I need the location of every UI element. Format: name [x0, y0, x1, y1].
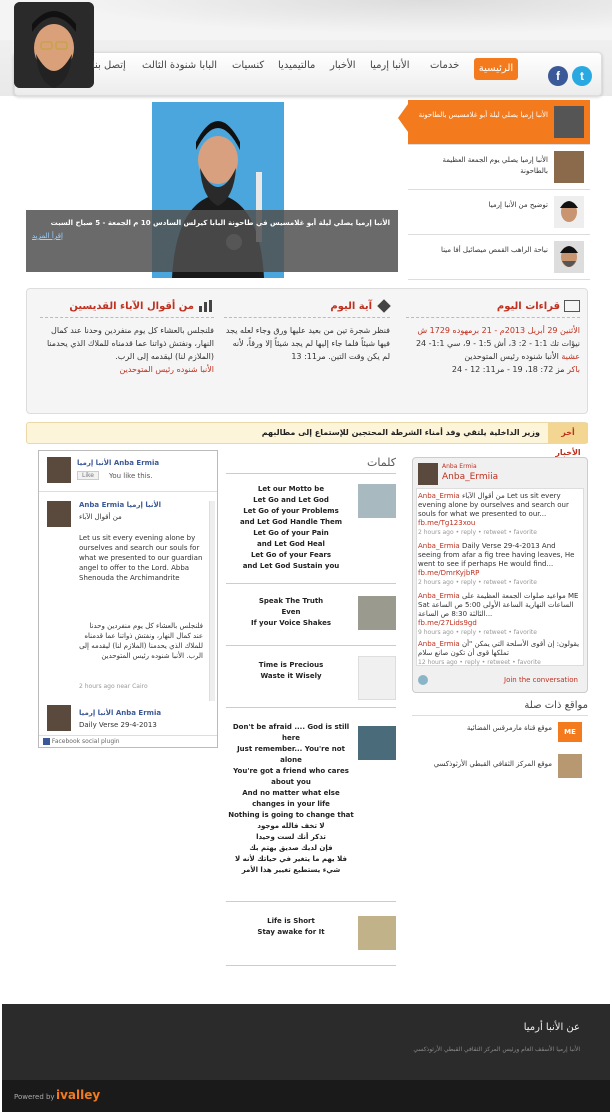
slider-thumb-4[interactable]: نياحة الراهب القمص ميصائيل أفا مينا — [408, 235, 590, 280]
twitter-handle[interactable]: Anba_Ermiia — [442, 472, 498, 482]
thumb-title: توضيح من الأنبا إرميا — [488, 201, 548, 209]
fb-post2-author[interactable]: الأنبا إرميا Anba Ermia — [79, 709, 161, 717]
read-more-link[interactable]: إقرأ المزيد — [32, 232, 63, 240]
readings-line2: عشية الأنبا شنوده رئيس المتوحدين — [464, 352, 580, 361]
words-header: كلمات — [226, 454, 396, 474]
saints-title: من أقوال الآباء القديسين — [40, 296, 214, 318]
slider-thumb-3[interactable]: توضيح من الأنبا إرميا — [408, 190, 590, 235]
post-avatar — [47, 501, 71, 527]
word-image — [358, 916, 396, 950]
verse-icon — [377, 299, 391, 313]
related-site-1[interactable]: موقع قناة مارمرقس الفضائية — [412, 724, 552, 732]
fb-post2-text: Daily Verse 29-4-2013 — [79, 721, 157, 729]
thumb-title: نياحة الراهب القمص ميصائيل أفا مينا — [440, 246, 548, 254]
verse-box: آية اليوم فنظر شجرة تين من بعيد عليها ور… — [224, 296, 391, 363]
nav-news[interactable]: الأخبار — [330, 60, 356, 71]
thumb-image — [554, 106, 584, 138]
ivalley-logo[interactable]: ivalley — [56, 1088, 100, 1102]
word-text: Life is Short Stay awake for It — [257, 917, 325, 936]
thumb-title: الأنبا إرميا يصلي يوم الجمعة العظيمة بال… — [442, 156, 548, 175]
facebook-icon — [43, 738, 50, 745]
saints-author: الأنبا شنوده رئيس المتوحدين — [119, 365, 215, 374]
page-avatar — [47, 457, 71, 483]
saints-quote: فلنجلس بالعشاء كل يوم منفردين وحدنا عند … — [46, 326, 214, 361]
readings-title: قراءات اليوم — [406, 296, 580, 318]
fb-like-status: You like this. — [109, 472, 153, 480]
saints-box: من أقوال الآباء القديسين فلنجلس بالعشاء … — [40, 296, 214, 376]
fb-post-subtitle: من أقوال الآباء — [79, 513, 122, 521]
verse-text: فنظر شجرة تين من بعيد عليها ورق وجاء لعل… — [225, 326, 390, 361]
tweet[interactable]: Anba_Ermia يقولون: إن أقوى الأسلحة التي … — [418, 640, 580, 667]
thumb-image — [554, 196, 584, 228]
fb-like-button[interactable]: Like — [77, 471, 99, 480]
word-item-4[interactable]: Don't be afraid .... God is still here J… — [226, 712, 396, 902]
ticker-headline[interactable]: وزير الداخلية يلتقي وفد أمناء الشرطة الم… — [120, 423, 540, 443]
slider-thumb-1[interactable]: الأنبا إرميا يصلي ليلة أبو غلامسيس بالطا… — [408, 100, 590, 145]
cultural-center-logo[interactable] — [558, 754, 582, 778]
fb-post-text-ar: فلنجلس بالعشاء كل يوم منفردين وحدنا عند … — [79, 622, 203, 660]
words-title: كلمات — [367, 456, 396, 469]
join-conversation-link[interactable]: Join the conversation — [504, 676, 578, 684]
twitter-name[interactable]: Anba Ermia — [442, 463, 477, 470]
tweet[interactable]: Anba_Ermia مواعيد صلوات الجمعة العظيمة ع… — [418, 592, 580, 637]
fb-post-time: 2 hours ago near Cairo — [79, 683, 148, 690]
twitter-bird-icon — [418, 675, 428, 685]
featured-caption-box: الأنبا إرميا يصلي ليلة أبو غلامسيس في طا… — [26, 210, 398, 272]
book-icon — [564, 300, 580, 312]
post-avatar — [47, 705, 71, 731]
powered-by-label: Powered by — [14, 1093, 55, 1101]
facebook-icon[interactable]: f — [548, 66, 568, 86]
tweet[interactable]: Anba_Ermia من أقوال الآباء Let us sit ev… — [418, 492, 580, 537]
word-image — [358, 484, 396, 518]
fb-post-text-en: Let us sit every evening alone by oursel… — [79, 534, 203, 582]
ticker-label: أخر الأخبار — [548, 423, 588, 457]
bar-chart-icon — [199, 300, 212, 312]
nav-services[interactable]: خدمات — [430, 60, 459, 71]
related-site-2[interactable]: موقع المركز الثقافي القبطي الأرثوذكسي — [412, 760, 552, 768]
twitter-avatar — [418, 463, 438, 485]
nav-church[interactable]: كنسيات — [232, 60, 264, 71]
site-logo-portrait[interactable] — [14, 2, 94, 88]
word-text: Don't be afraid .... God is still here J… — [228, 723, 354, 874]
thumb-image — [554, 241, 584, 273]
nav-multimedia[interactable]: مالتيميديا — [278, 60, 315, 71]
word-text: Speak The Truth Even If your Voice Shake… — [250, 597, 332, 627]
tweet[interactable]: Anba_Ermia Daily Verse 29-4-2013 And see… — [418, 542, 580, 587]
fb-page-name[interactable]: الأنبا إرميا Anba Ermia — [77, 459, 159, 467]
word-item-5[interactable]: Life is Short Stay awake for It — [226, 906, 396, 966]
fb-plugin-label: Facebook social plugin — [51, 738, 120, 745]
readings-line3: باكر مز 72: 18، 19 - مر11: 12 - 24 — [451, 365, 580, 374]
nav-pope-shenouda[interactable]: البابا شنودة الثالث — [142, 60, 217, 71]
nav-anba-ermia[interactable]: الأنبا إرميا — [370, 60, 410, 71]
fb-post-author[interactable]: Anba Ermia الأنبا إرميا — [79, 501, 161, 509]
twitter-icon[interactable]: t — [572, 66, 592, 86]
fb-scrollbar[interactable] — [209, 501, 215, 701]
facebook-widget: الأنبا إرميا Anba Ermia Like You like th… — [38, 450, 218, 748]
word-item-3[interactable]: Time is Precious Waste it Wisely — [226, 650, 396, 708]
readings-line1: نيؤات تك 1:1 - 2: 3، أش 1:5 - 9، سي 1:1-… — [415, 339, 580, 348]
readings-date: الأثنين 29 أبريل 2013م - 21 برمهوده 1729… — [417, 326, 580, 335]
footer-title: عن الأنبا أرميا — [523, 1022, 580, 1033]
verse-title: آية اليوم — [224, 296, 391, 318]
word-image — [358, 596, 396, 630]
thumb-title: الأنبا إرميا يصلي ليلة أبو غلامسيس بالطا… — [418, 111, 548, 119]
word-text: Time is Precious Waste it Wisely — [258, 661, 324, 680]
slider-thumb-2[interactable]: الأنبا إرميا يصلي يوم الجمعة العظيمة بال… — [408, 145, 590, 190]
word-image — [358, 726, 396, 760]
thumb-image — [554, 151, 584, 183]
featured-caption[interactable]: الأنبا إرميا يصلي ليلة أبو غلامسيس في طا… — [30, 218, 390, 229]
nav-contact[interactable]: إتصل بنا — [92, 60, 126, 71]
word-item-1[interactable]: Let our Motto be Let Go and Let God Let … — [226, 480, 396, 584]
word-item-2[interactable]: Speak The Truth Even If your Voice Shake… — [226, 588, 396, 646]
word-text: Let our Motto be Let Go and Let God Let … — [239, 485, 343, 570]
me-sat-logo[interactable]: ME Sat — [558, 722, 582, 756]
related-sites-title: مواقع ذات صلة — [412, 700, 588, 716]
readings-box: قراءات اليوم الأثنين 29 أبريل 2013م - 21… — [406, 296, 580, 376]
word-image — [358, 656, 396, 700]
active-thumb-arrow — [398, 104, 408, 132]
nav-home[interactable]: الرئيسية — [474, 58, 518, 80]
footer-description: الأنبا إرميا الأسقف العام ورئيس المركز ا… — [413, 1046, 580, 1053]
